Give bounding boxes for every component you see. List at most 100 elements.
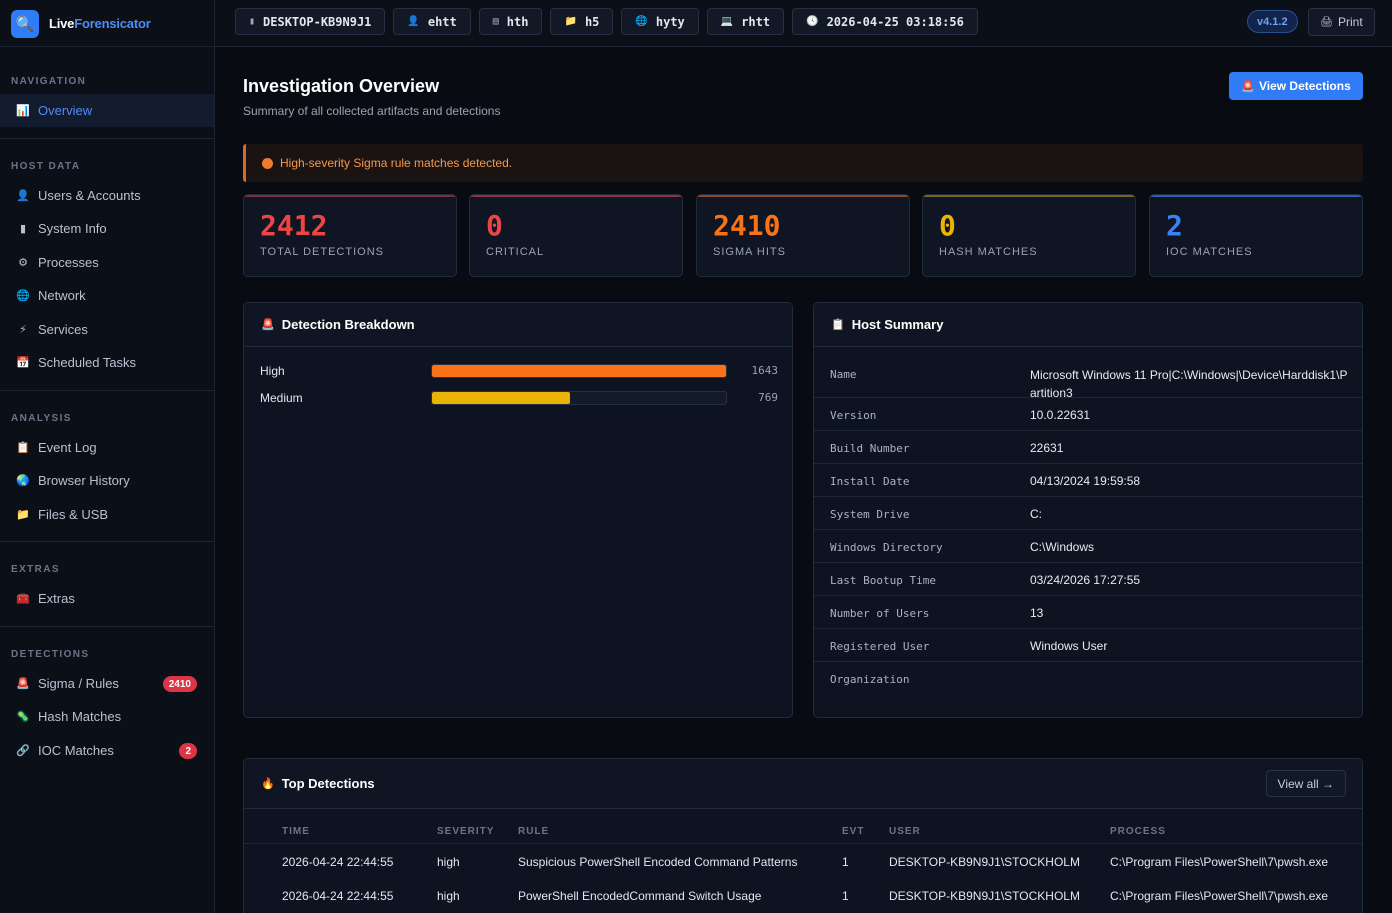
severity-alert: High-severity Sigma rule matches detecte… xyxy=(243,144,1363,182)
table-cell: DESKTOP-KB9N9J1\STOCKHOLM xyxy=(889,889,1080,903)
view-all-button[interactable]: View all → xyxy=(1265,770,1346,797)
sidebar-item-processes[interactable]: ⚙ Processes xyxy=(0,246,214,279)
host-chip[interactable]: 💻 rhtt xyxy=(706,8,785,35)
host-summary-value: 04/13/2024 19:59:58 xyxy=(1030,474,1141,488)
sidebar-item-users-accounts[interactable]: 👤 Users & Accounts xyxy=(0,179,214,212)
column-header[interactable]: RULE xyxy=(518,826,549,837)
sidebar-section-title: ANALYSIS xyxy=(11,413,72,424)
sidebar-item-label: Processes xyxy=(38,255,99,270)
stat-card: 2 IOC MATCHES xyxy=(1149,194,1363,277)
brand[interactable]: 🔍 LiveForensicator xyxy=(0,0,215,47)
gear-icon: ⚙ xyxy=(18,257,28,269)
view-detections-button[interactable]: 🚨 View Detections xyxy=(1229,72,1363,100)
stat-label: SIGMA HITS xyxy=(713,246,786,258)
column-header[interactable]: TIME xyxy=(282,826,310,837)
table-cell: DESKTOP-KB9N9J1\STOCKHOLM xyxy=(889,855,1080,869)
user-icon: 👤 xyxy=(407,16,420,27)
host-summary-row: Windows Directory C:\Windows xyxy=(814,530,1362,563)
folder-icon: 📁 xyxy=(564,16,577,27)
clock-icon: 🕓 xyxy=(806,16,819,27)
fire-icon: 🔥 xyxy=(261,778,275,790)
sidebar-divider xyxy=(0,626,214,627)
host-summary-key: Install Date xyxy=(830,475,910,488)
sidebar-item-system-info[interactable]: ▮ System Info xyxy=(0,212,214,245)
sidebar-item-files-usb[interactable]: 📁 Files & USB xyxy=(0,498,214,531)
host-chip-label: h5 xyxy=(584,14,600,29)
severity-label: High xyxy=(260,364,285,378)
severity-label: Medium xyxy=(260,391,303,405)
globe-icon: 🌐 xyxy=(16,290,30,302)
sidebar-item-label: Hash Matches xyxy=(38,709,122,724)
folder-icon: 📁 xyxy=(16,509,30,521)
sidebar-item-browser-history[interactable]: 🌏 Browser History xyxy=(0,464,214,497)
panel-header: 📋 Host Summary xyxy=(814,303,1362,347)
sidebar-item-sigma-rules[interactable]: 🚨 Sigma / Rules 2410 xyxy=(0,667,214,700)
host-chip[interactable]: 🌐 hyty xyxy=(621,8,699,35)
host-chip[interactable]: ▮ DESKTOP-KB9N9J1 xyxy=(235,8,386,35)
table-row[interactable]: 2026-04-24 22:44:55 high PowerShell Encode… xyxy=(244,879,1362,913)
host-chip[interactable]: 👤 ehtt xyxy=(393,8,471,35)
sidebar-section-title: EXTRAS xyxy=(11,564,60,575)
host-summary-key: Build Number xyxy=(830,442,910,455)
computer-icon: ▮ xyxy=(249,16,256,27)
sidebar-section-title: DETECTIONS xyxy=(11,649,90,660)
print-button[interactable]: 🖨 Print xyxy=(1308,8,1375,36)
sidebar-item-hash-matches[interactable]: 🦠 Hash Matches xyxy=(0,700,214,733)
host-summary-row: Version 10.0.22631 xyxy=(814,398,1362,431)
table-cell: Suspicious PowerShell Encoded Command Pa… xyxy=(518,855,798,869)
sidebar-item-event-log[interactable]: 📋 Event Log xyxy=(0,431,214,464)
host-chip-label: hth xyxy=(506,14,529,29)
sidebar-item-label: Sigma / Rules xyxy=(38,676,119,691)
column-header[interactable]: EVT xyxy=(842,826,864,837)
sidebar-item-overview[interactable]: 📊 Overview xyxy=(0,94,214,127)
sidebar-item-extras[interactable]: 🧰 Extras xyxy=(0,582,214,615)
clipboard-icon: ▤ xyxy=(492,16,499,27)
host-chip-label: 2026-04-25 03:18:56 xyxy=(826,14,964,29)
stat-card: 2412 TOTAL DETECTIONS xyxy=(243,194,457,277)
stat-accent-bar xyxy=(470,195,682,197)
alert-dot-icon xyxy=(262,157,273,169)
stat-accent-bar xyxy=(1150,195,1362,197)
stat-value: 0 xyxy=(486,209,503,242)
table-cell: 2026-04-24 22:44:55 xyxy=(282,855,394,869)
host-chip[interactable]: ▤ hth xyxy=(478,8,543,35)
siren-icon: 🚨 xyxy=(16,678,30,690)
table-cell: PowerShell EncodedCommand Switch Usage xyxy=(518,889,762,903)
table-header: TIME SEVERITY RULE EVT USER PROCESS xyxy=(244,809,1362,844)
host-summary-key: Number of Users xyxy=(830,607,930,620)
sidebar-section-title: HOST DATA xyxy=(11,161,81,172)
table-cell: high xyxy=(437,855,460,869)
host-summary-key: Registered User xyxy=(830,640,930,653)
host-chips: ▮ DESKTOP-KB9N9J1 👤 ehtt ▤ hth 📁 h5 🌐 hyty 💻 rhtt 🕓 2… xyxy=(235,8,978,35)
stat-value: 2412 xyxy=(260,209,328,242)
brand-name: LiveForensicator xyxy=(49,16,151,31)
sidebar-item-network[interactable]: 🌐 Network xyxy=(0,279,214,312)
sidebar-section-title: NAVIGATION xyxy=(11,76,87,87)
host-summary-panel: 📋 Host Summary Name Microsoft Windows 11 P… xyxy=(813,302,1363,718)
host-summary-key: System Drive xyxy=(830,508,910,521)
calendar-icon: 📅 xyxy=(16,357,30,369)
host-chip[interactable]: 🕓 2026-04-25 03:18:56 xyxy=(792,8,978,35)
host-summary-value: 10.0.22631 xyxy=(1030,408,1091,422)
stat-accent-bar xyxy=(697,195,909,197)
host-summary-row: System Drive C: xyxy=(814,497,1362,530)
sidebar-item-services[interactable]: ⚡ Services xyxy=(0,313,214,346)
table-cell: 1 xyxy=(842,889,849,903)
host-summary-row: Organization xyxy=(814,662,1362,695)
stat-card: 0 CRITICAL xyxy=(469,194,683,277)
host-summary-value: Microsoft Windows 11 Pro|C:\Windows|\Dev… xyxy=(1030,368,1348,400)
column-header[interactable]: PROCESS xyxy=(1110,826,1166,837)
column-header[interactable]: USER xyxy=(889,826,921,837)
sidebar-item-ioc-matches[interactable]: 🔗 IOC Matches 2 xyxy=(0,734,214,767)
host-summary-row: Build Number 22631 xyxy=(814,431,1362,464)
stat-label: CRITICAL xyxy=(486,246,545,258)
sidebar-item-label: Network xyxy=(38,288,86,303)
host-chip[interactable]: 📁 h5 xyxy=(550,8,614,35)
host-summary-value: Windows User xyxy=(1030,639,1108,653)
siren-icon: 🚨 xyxy=(1241,80,1255,93)
sidebar-item-scheduled-tasks[interactable]: 📅 Scheduled Tasks xyxy=(0,346,214,379)
column-header[interactable]: SEVERITY xyxy=(437,826,494,837)
table-row[interactable]: 2026-04-24 22:44:55 high Suspicious PowerS… xyxy=(244,845,1362,879)
top-detections-panel: 🔥 Top Detections View all → TIME SEVERITY R… xyxy=(243,758,1363,913)
stat-value: 2410 xyxy=(713,209,781,242)
